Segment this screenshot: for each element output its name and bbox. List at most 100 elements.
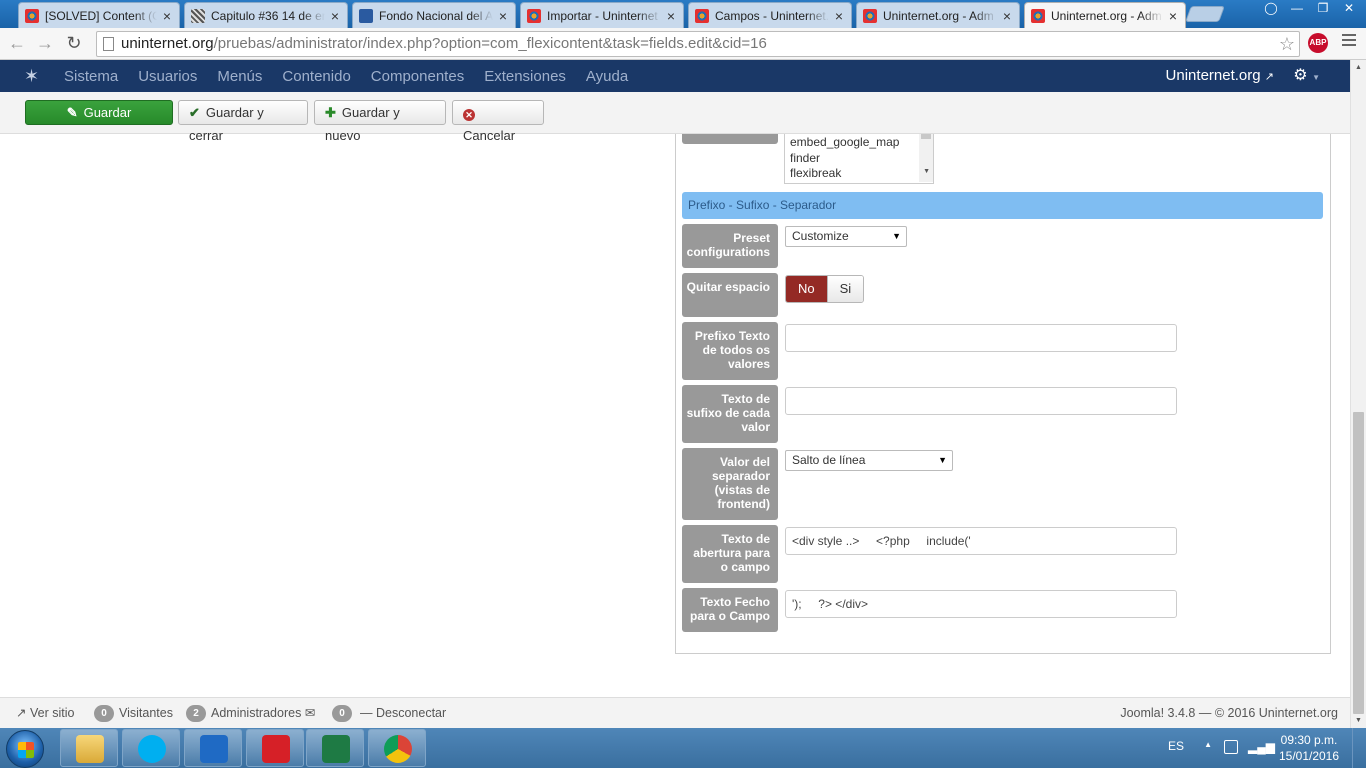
toggle-no[interactable]: No — [786, 276, 827, 302]
logout-link[interactable]: — Desconectar — [360, 698, 446, 728]
save-new-button[interactable]: ✚ Guardar y nuevo — [314, 100, 446, 143]
joomla-logo-icon[interactable]: ✶ — [24, 67, 42, 85]
suffix-input[interactable] — [785, 387, 1177, 415]
back-button[interactable]: ← — [5, 32, 29, 56]
reload-button[interactable]: ↻ — [62, 32, 86, 56]
forward-button[interactable]: → — [33, 32, 57, 56]
plugin-listbox[interactable]: embed_google_map finder flexibreak ▼ — [784, 134, 934, 184]
gear-icon[interactable]: ⚙ ▼ — [1293, 60, 1320, 92]
show-desktop-button[interactable] — [1352, 728, 1366, 768]
close-icon[interactable]: × — [665, 8, 677, 24]
menu-ayuda[interactable]: Ayuda — [576, 68, 638, 85]
scroll-thumb[interactable] — [1353, 412, 1364, 714]
browser-tab[interactable]: Capitulo #36 14 de er × — [184, 2, 348, 28]
check-icon: ✔ — [189, 105, 200, 120]
close-icon[interactable]: × — [329, 8, 341, 24]
menu-componentes[interactable]: Componentes — [361, 68, 474, 85]
language-indicator[interactable]: ES — [1168, 739, 1184, 753]
browser-tab[interactable]: Campos - Uninternet. × — [688, 2, 852, 28]
taskbar-excel[interactable] — [306, 729, 364, 767]
page-scrollbar[interactable]: ▲ ▼ — [1350, 60, 1366, 728]
browser-tab[interactable]: [SOLVED] Content (CS × — [18, 2, 180, 28]
cancel-icon: ✕ — [463, 109, 475, 121]
minus-icon: — — [360, 706, 373, 720]
excel-icon — [322, 735, 350, 763]
list-item[interactable]: finder — [790, 151, 933, 167]
windows-logo-icon — [18, 742, 34, 758]
close-window-button[interactable]: ✕ — [1336, 0, 1362, 18]
user-icon[interactable]: ◯ — [1258, 0, 1284, 18]
admin-navbar: ✶ Sistema Usuarios Menús Contenido Compo… — [0, 60, 1350, 92]
taskbar-skype[interactable] — [122, 729, 180, 767]
list-item[interactable]: flexibreak — [790, 166, 933, 182]
scroll-down-icon[interactable]: ▼ — [1355, 717, 1362, 724]
adblock-icon[interactable]: ABP — [1308, 33, 1328, 53]
browser-toolbar: ← → ↻ uninternet.org/pruebas/administrat… — [0, 28, 1366, 60]
menu-menus[interactable]: Menús — [207, 68, 272, 85]
address-bar[interactable]: uninternet.org/pruebas/administrator/ind… — [96, 31, 1300, 57]
taskbar-explorer[interactable] — [60, 729, 118, 767]
joomla-icon — [527, 8, 541, 23]
quitar-espacio-label: Quitar espacio — [682, 273, 778, 317]
prefix-input[interactable] — [785, 324, 1177, 352]
close-icon[interactable]: × — [1001, 8, 1013, 24]
browser-menu-icon[interactable] — [1342, 34, 1356, 48]
save-close-button[interactable]: ✔ Guardar y cerrar — [178, 100, 308, 143]
tab-title: Fondo Nacional del A — [379, 8, 493, 23]
cancel-label: Cancelar — [463, 128, 516, 143]
browser-tab[interactable]: Fondo Nacional del A × — [352, 2, 516, 28]
network-adapter-icon[interactable] — [1224, 740, 1238, 754]
save-close-label: Guardar y cerrar — [189, 105, 264, 143]
url-host: uninternet.org — [121, 35, 214, 52]
separator-select[interactable]: Salto de línea ▼ — [785, 450, 953, 471]
site-link[interactable]: Uninternet.org ↗ — [1166, 60, 1274, 92]
close-icon[interactable]: × — [833, 8, 845, 24]
browser-tab[interactable]: Importar - Uninternet × — [520, 2, 684, 28]
toggle-si[interactable]: Si — [826, 276, 864, 302]
maximize-button[interactable]: ❐ — [1310, 0, 1336, 18]
signal-bars-icon[interactable]: ▂▄▆ — [1248, 740, 1275, 754]
close-text-input[interactable]: '); ?> </div> — [785, 590, 1177, 618]
close-icon[interactable]: × — [161, 8, 173, 24]
preset-select[interactable]: Customize ▼ — [785, 226, 907, 247]
separator-value: Salto de línea — [792, 453, 866, 467]
scroll-up-icon[interactable]: ▲ — [1355, 64, 1362, 71]
envelope-icon: ✉ — [304, 706, 316, 720]
menu-sistema[interactable]: Sistema — [54, 68, 128, 85]
pattern-icon — [191, 8, 205, 23]
edit-icon: ✎ — [66, 105, 78, 120]
taskbar-creative-cloud[interactable] — [246, 729, 304, 767]
messages-indicator[interactable]: 0 — [332, 698, 357, 728]
save-new-label: Guardar y nuevo — [325, 105, 400, 143]
menu-usuarios[interactable]: Usuarios — [128, 68, 207, 85]
start-button[interactable] — [6, 730, 44, 768]
external-link-icon: ↗ — [16, 706, 27, 720]
separator-label: Valor del separador (vistas de frontend) — [682, 448, 778, 520]
new-tab-button[interactable] — [1185, 6, 1225, 22]
browser-tab-active[interactable]: Uninternet.org - Adm × — [1024, 2, 1186, 28]
save-button[interactable]: ✎ Guardar — [25, 100, 173, 125]
listbox-scrollbar[interactable]: ▼ — [919, 134, 933, 182]
cancel-button[interactable]: ✕ Cancelar — [452, 100, 544, 143]
list-item[interactable]: embed_google_map — [790, 135, 933, 151]
menu-extensiones[interactable]: Extensiones — [474, 68, 576, 85]
url-path: /pruebas/administrator/index.php?option=… — [213, 35, 767, 52]
skype-icon — [138, 735, 166, 763]
version-label: Joomla! 3.4.8 — [1120, 706, 1196, 720]
minimize-button[interactable]: — — [1284, 0, 1310, 18]
open-text-input[interactable]: <div style ..> <?php include(' — [785, 527, 1177, 555]
menu-contenido[interactable]: Contenido — [272, 68, 360, 85]
show-hidden-icons-icon[interactable]: ▲ — [1204, 740, 1212, 749]
close-icon[interactable]: × — [1167, 8, 1179, 24]
close-icon[interactable]: × — [497, 8, 509, 24]
taskbar-chrome[interactable] — [368, 729, 426, 767]
browser-tab[interactable]: Uninternet.org - Adm × — [856, 2, 1020, 28]
clock[interactable]: 09:30 p.m. 15/01/2016 — [1278, 732, 1340, 764]
chevron-down-icon: ▼ — [938, 455, 947, 465]
taskbar-lync[interactable] — [184, 729, 242, 767]
admin-statusbar: ↗ Ver sitio 0 Visitantes 2 Administradores… — [0, 697, 1350, 728]
bookmark-star-icon[interactable]: ☆ — [1279, 32, 1295, 56]
tab-title: Uninternet.org - Adm — [883, 8, 994, 23]
view-site-link[interactable]: ↗ Ver sitio — [16, 698, 74, 728]
windows-taskbar: ES ▲ ▂▄▆ 09:30 p.m. 15/01/2016 — [0, 728, 1366, 768]
